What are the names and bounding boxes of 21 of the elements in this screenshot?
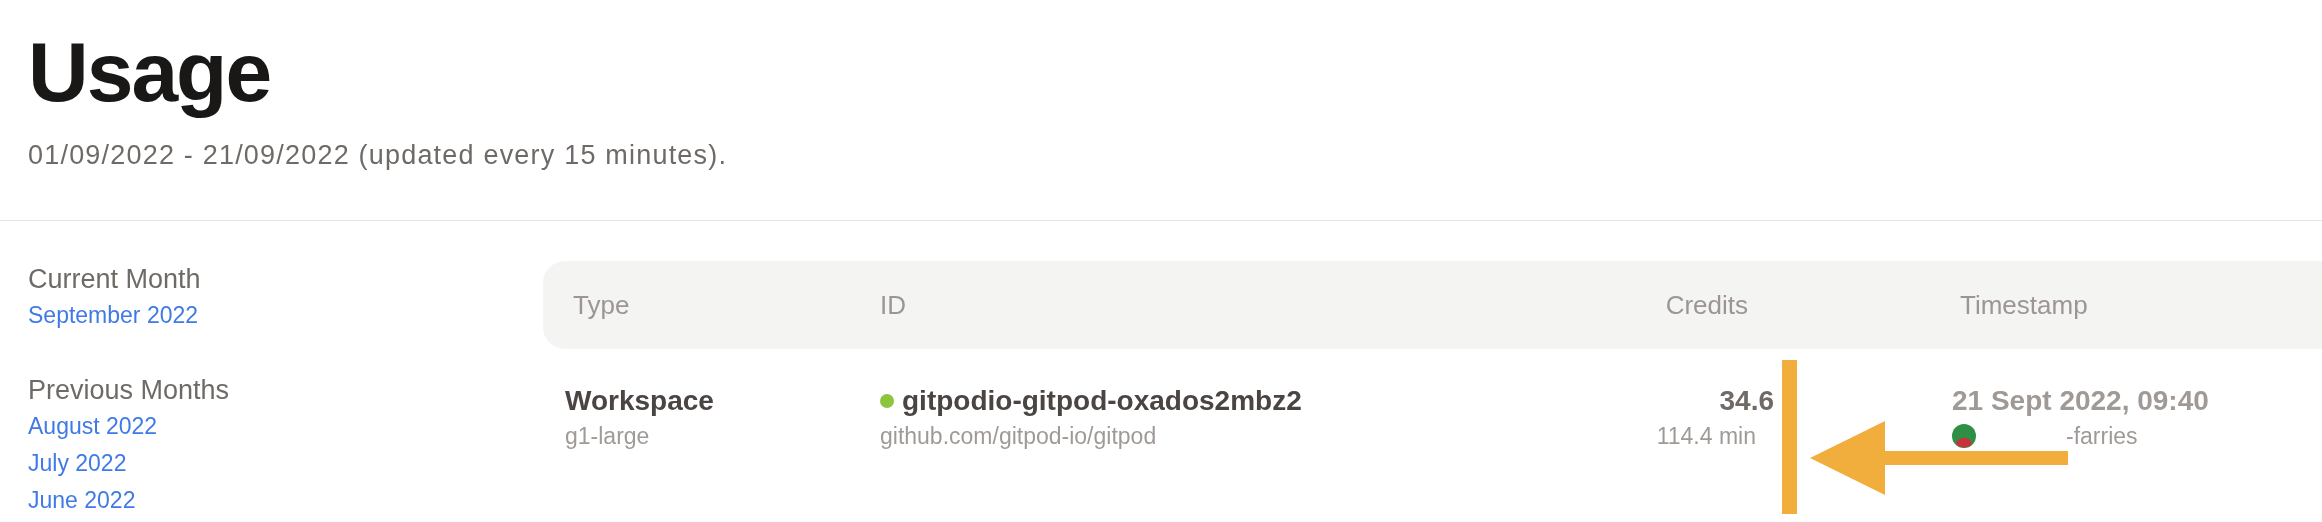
date-range: 01/09/2022 - 21/09/2022 (updated every 15 minutes). (28, 140, 729, 171)
repository-url: github.com/gitpod-io/gitpod (880, 422, 1158, 451)
month-link[interactable]: June 2022 (28, 482, 136, 519)
duration: 114.4 min (1656, 422, 1757, 451)
month-link[interactable]: July 2022 (28, 445, 127, 482)
user-name: -farries (2066, 422, 2138, 451)
month-link[interactable]: September 2022 (28, 297, 199, 334)
timestamp: 21 Sept 2022, 09:40 (1952, 384, 2209, 418)
page-title: Usage (28, 24, 272, 121)
column-header: Credits (1665, 289, 1748, 321)
avatar-icon (1952, 424, 1976, 448)
credits-value: 34.6 (1719, 384, 1774, 418)
workspace-id: gitpodio-gitpod-oxados2mbz2 (902, 384, 1302, 418)
workspace-class: g1-large (565, 422, 651, 451)
section-heading: Current Month (28, 263, 201, 296)
column-header: ID (880, 289, 907, 321)
section-heading: Previous Months (28, 374, 230, 407)
column-header: Type (573, 289, 631, 321)
month-link[interactable]: August 2022 (28, 408, 158, 445)
column-header: Timestamp (1959, 289, 2089, 321)
usage-type: Workspace (565, 384, 715, 418)
